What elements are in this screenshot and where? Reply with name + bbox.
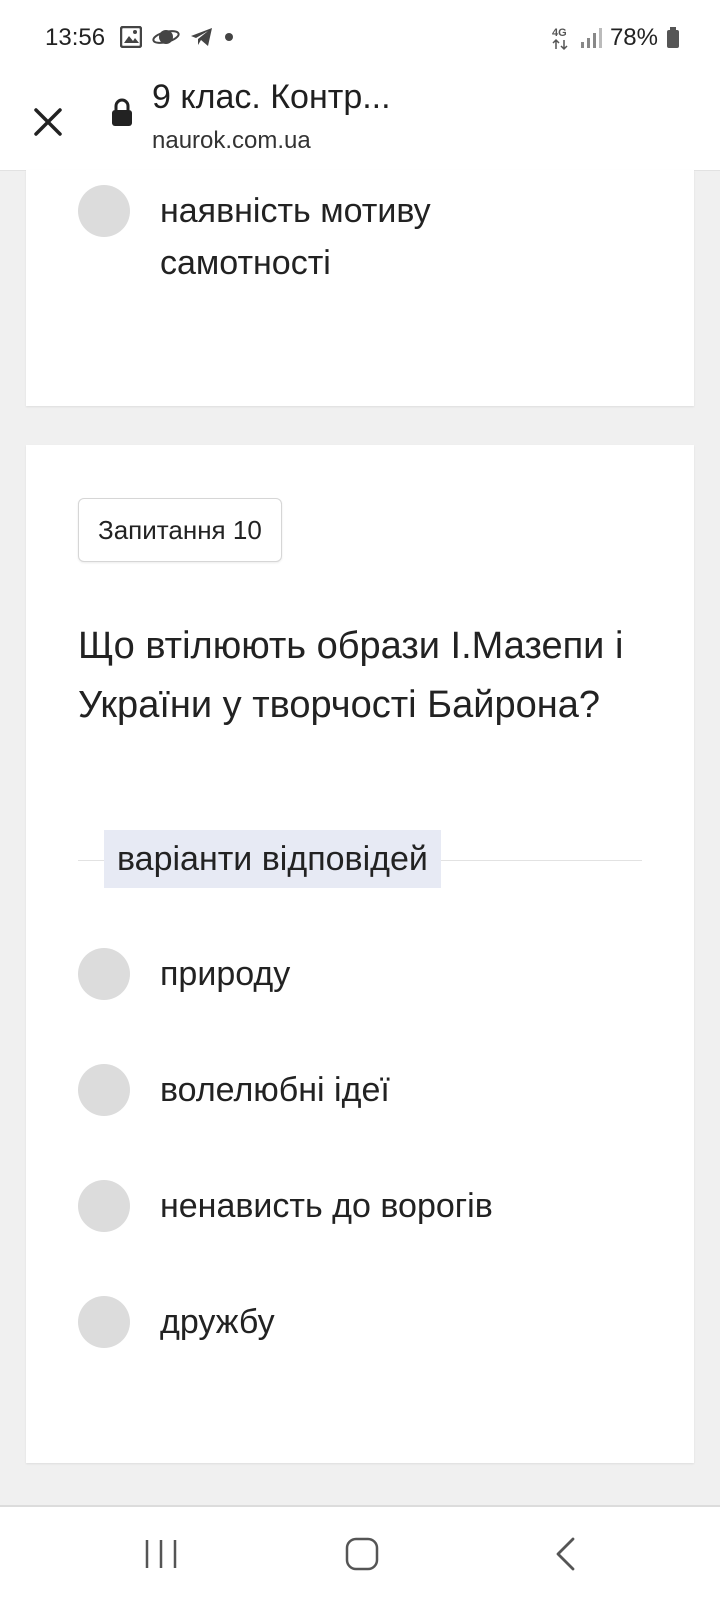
option-label: ненависть до ворогів [160,1187,493,1225]
page-url[interactable]: naurok.com.ua [152,127,311,155]
notification-icons [120,26,244,48]
answers-label: варіанти відповідей [104,830,441,888]
battery-level: 78% [609,24,658,51]
network-icon: 4G [552,25,572,51]
recent-apps-button[interactable] [131,1529,191,1579]
option-label: волелюбні ідеї [160,1071,390,1109]
home-button[interactable] [332,1529,392,1579]
status-bar: 13:56 4G 78% [0,0,720,80]
option-label: природу [160,955,291,993]
option-label: дружбу [160,1303,275,1341]
planet-icon [152,26,180,48]
question-text: Що втілюють образи І.Мазепи і України у … [78,625,624,726]
system-navigation-bar [0,1505,720,1602]
battery-icon [666,27,680,49]
dot-icon [224,32,234,42]
lock-icon [111,98,133,133]
previous-question-card: наявність мотиву самотності [26,170,694,406]
answer-option[interactable]: наявність мотиву самотності [78,185,490,289]
radio-button[interactable] [78,1180,130,1232]
answer-option[interactable]: ненависть до ворогів [78,1180,493,1232]
radio-button[interactable] [78,185,130,237]
back-icon [556,1537,575,1571]
radio-button[interactable] [78,948,130,1000]
answer-option[interactable]: природу [78,948,290,1000]
page-title[interactable]: 9 клас. Контр... [152,78,422,117]
signal-icon [580,27,602,49]
status-time: 13:56 [45,24,106,51]
image-icon [120,26,142,48]
radio-button[interactable] [78,1296,130,1348]
radio-button[interactable] [78,1064,130,1116]
answer-option[interactable]: волелюбні ідеї [78,1064,390,1116]
close-button[interactable] [28,100,68,144]
status-right: 4G 78% [544,24,680,52]
recent-apps-icon [145,1540,177,1568]
telegram-icon [190,26,214,48]
svg-text:4G: 4G [552,27,567,39]
home-icon [345,1537,379,1571]
answer-option[interactable]: дружбу [78,1296,275,1348]
question-card: Запитання 10 Що втілюють образи І.Мазепи… [26,445,694,1463]
back-button[interactable] [535,1529,595,1579]
question-number-badge: Запитання 10 [78,498,282,562]
option-label: наявність мотиву самотності [160,192,431,282]
close-icon [34,108,62,136]
